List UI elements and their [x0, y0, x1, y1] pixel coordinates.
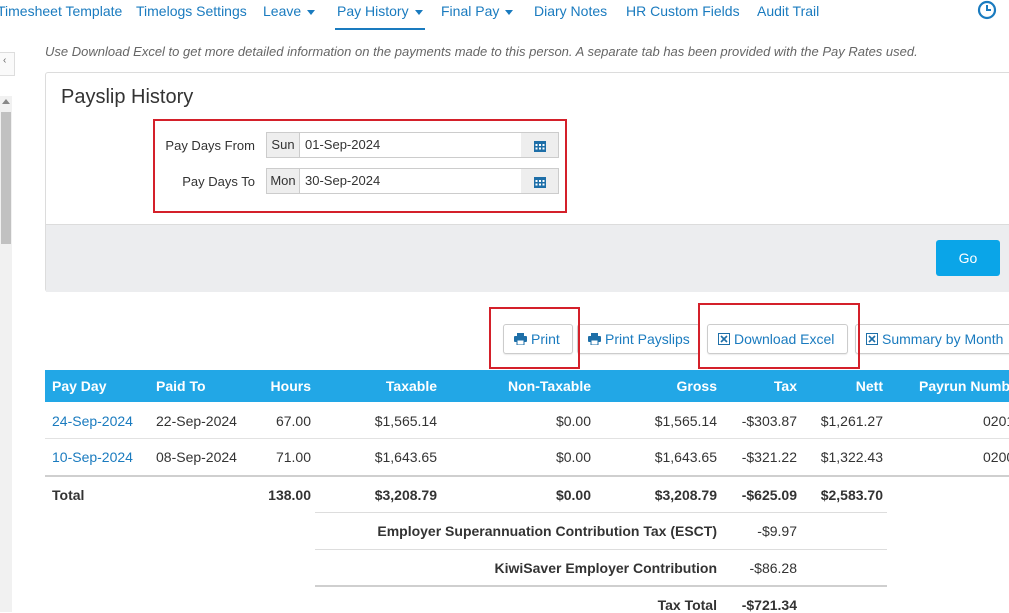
total-tax: -$625.09 [741, 487, 797, 503]
clock-icon[interactable] [977, 0, 997, 20]
payrun-number: 0201 [983, 413, 1009, 429]
row-divider [45, 438, 1009, 439]
paid-to: 22-Sep-2024 [156, 413, 237, 429]
kiwisaver-value: -$86.28 [749, 560, 797, 576]
tab-leave-label: Leave [263, 3, 302, 19]
hours: 67.00 [275, 413, 311, 429]
nett: $1,261.27 [820, 413, 883, 429]
panel-title: Payslip History [61, 86, 194, 108]
go-button[interactable]: Go [936, 240, 1000, 276]
tab-timesheet-template[interactable]: Timesheet Template [0, 3, 122, 19]
printer-icon [588, 333, 601, 346]
total-taxable: $3,208.79 [374, 487, 437, 503]
col-payrun-number[interactable]: Payrun Number [919, 378, 1009, 394]
tab-hr-custom-fields[interactable]: HR Custom Fields [626, 3, 740, 19]
tax-total-label: Tax Total [657, 597, 717, 613]
summary-divider [315, 585, 887, 587]
tab-timelogs-settings[interactable]: Timelogs Settings [136, 3, 247, 19]
tab-pay-history-label: Pay History [337, 3, 409, 19]
tax-total-value: -$721.34 [741, 597, 797, 613]
info-hint: Use Download Excel to get more detailed … [45, 44, 918, 59]
hours: 71.00 [275, 449, 311, 465]
col-nett[interactable]: Nett [783, 378, 883, 394]
tax: -$321.22 [741, 449, 797, 465]
total-label: Total [52, 487, 85, 503]
col-hours[interactable]: Hours [231, 378, 311, 394]
col-taxable[interactable]: Taxable [337, 378, 437, 394]
print-payslips-button[interactable]: Print Payslips [577, 324, 700, 354]
payrun-number: 0200 [983, 449, 1009, 465]
taxable: $1,643.65 [374, 449, 437, 465]
total-divider [45, 475, 1009, 477]
total-hours: 138.00 [268, 487, 311, 503]
col-paid-to[interactable]: Paid To [156, 378, 206, 394]
top-nav: Timesheet Template Timelogs Settings Lea… [0, 0, 1009, 30]
esct-value: -$9.97 [757, 523, 797, 539]
highlight-print [489, 307, 580, 369]
tab-pay-history[interactable]: Pay History [335, 3, 425, 30]
paid-to: 08-Sep-2024 [156, 449, 237, 465]
col-non-taxable[interactable]: Non-Taxable [471, 378, 591, 394]
kiwisaver-label: KiwiSaver Employer Contribution [494, 560, 717, 576]
highlight-download-excel [698, 303, 860, 369]
total-non-taxable: $0.00 [555, 487, 591, 503]
summary-divider [315, 512, 887, 513]
non-taxable: $0.00 [555, 449, 591, 465]
excel-icon [866, 333, 878, 345]
tab-audit-trail[interactable]: Audit Trail [757, 3, 819, 19]
taxable: $1,565.14 [374, 413, 437, 429]
chevron-down-icon [505, 9, 514, 15]
non-taxable: $0.00 [555, 413, 591, 429]
col-tax[interactable]: Tax [697, 378, 797, 394]
tab-final-pay-label: Final Pay [441, 3, 500, 19]
tab-diary-notes[interactable]: Diary Notes [534, 3, 607, 19]
chevron-left-icon: ‹ [3, 55, 7, 66]
scroll-up-icon[interactable] [2, 99, 10, 104]
summary-by-month-label: Summary by Month [882, 331, 1004, 347]
panel-footer [46, 224, 1009, 292]
summary-divider [315, 549, 887, 550]
sidebar-toggle[interactable]: ‹ [0, 52, 15, 76]
tab-leave[interactable]: Leave [263, 3, 316, 19]
highlight-date-range [153, 119, 567, 213]
total-nett: $2,583.70 [820, 487, 883, 503]
nett: $1,322.43 [820, 449, 883, 465]
col-pay-day[interactable]: Pay Day [52, 378, 106, 394]
chevron-down-icon [307, 9, 316, 15]
tab-final-pay[interactable]: Final Pay [441, 3, 514, 19]
summary-by-month-button[interactable]: Summary by Month [855, 324, 1009, 354]
pay-day-link[interactable]: 10-Sep-2024 [52, 449, 133, 465]
scrollbar-thumb[interactable] [1, 112, 11, 244]
tax: -$303.87 [741, 413, 797, 429]
chevron-down-icon [414, 9, 423, 15]
pay-day-link[interactable]: 24-Sep-2024 [52, 413, 133, 429]
esct-label: Employer Superannuation Contribution Tax… [377, 523, 717, 539]
print-payslips-label: Print Payslips [605, 331, 690, 347]
